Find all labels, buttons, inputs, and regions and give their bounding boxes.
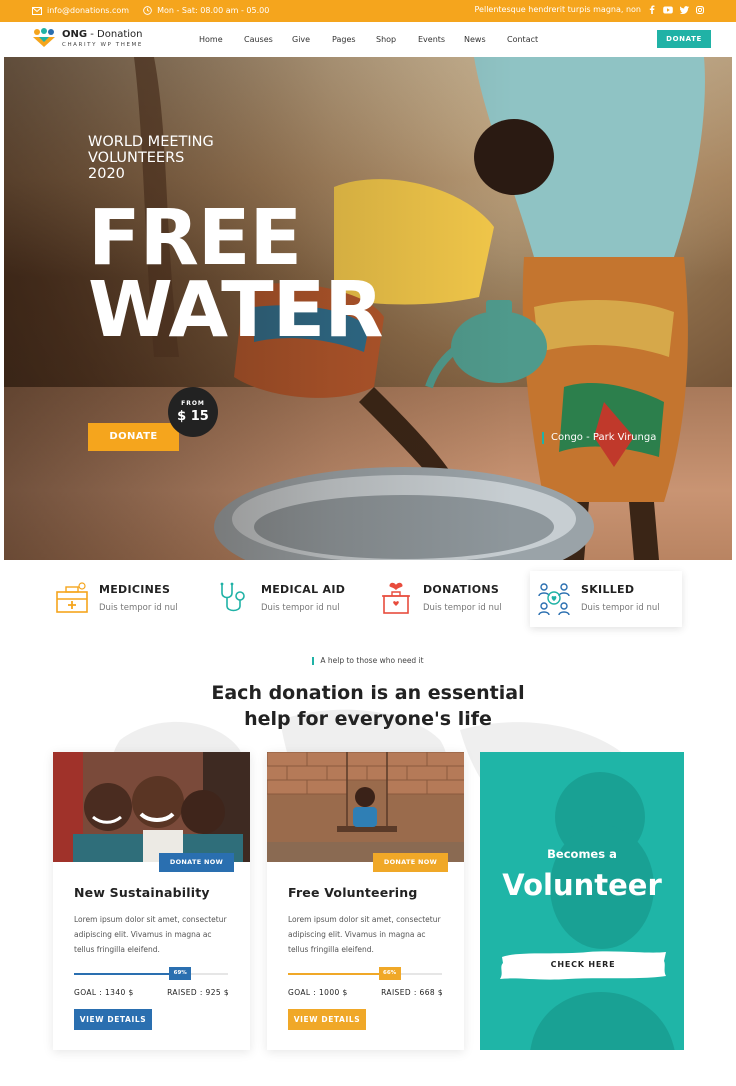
- cause-photo-children: [53, 752, 250, 862]
- section-heading: Each donation is an essential help for e…: [211, 682, 525, 730]
- cause-photo-swing: [267, 752, 464, 862]
- cause-card: DONATE NOW Free Volunteering Lorem ipsum…: [267, 752, 464, 1050]
- progress-percent: 69%: [169, 967, 192, 980]
- top-info-bar: info@donations.com Mon - Sat: 08.00 am -…: [0, 0, 736, 22]
- mail-icon: [32, 6, 42, 15]
- feature-title: MEDICAL AID: [261, 583, 346, 596]
- nav-item-shop[interactable]: Shop: [376, 35, 418, 44]
- progress-fill: [288, 973, 390, 975]
- nav-item-give[interactable]: Give: [292, 35, 332, 44]
- hero-donate-button[interactable]: DONATE: [88, 423, 179, 451]
- site-logo[interactable]: ONG - Donation CHARITY WP THEME: [32, 28, 143, 48]
- twitter-icon[interactable]: [680, 5, 689, 14]
- progress-track: 69%: [74, 967, 228, 980]
- raised-amount: RAISED : 925 $: [167, 988, 229, 997]
- nav-item-events[interactable]: Events: [418, 35, 464, 44]
- nav-donate-button[interactable]: DONATE: [657, 30, 711, 48]
- feature-title: SKILLED: [581, 583, 635, 596]
- logo-tagline: CHARITY WP THEME: [62, 41, 143, 48]
- volunteer-title: Volunteer: [502, 868, 662, 902]
- feature-medical-aid[interactable]: MEDICAL AID Duis tempor id nul: [210, 571, 370, 627]
- kicker-accent-bar: [312, 657, 315, 665]
- nav-menu: Home Causes Give Pages Shop Events News …: [199, 35, 547, 44]
- medicine-box-icon: [56, 582, 88, 613]
- feature-subtitle: Duis tempor id nul: [261, 603, 340, 613]
- cause-card: DONATE NOW New Sustainability Lorem ipsu…: [53, 752, 250, 1050]
- cause-title[interactable]: New Sustainability: [74, 885, 210, 900]
- features-row: MEDICINES Duis tempor id nul MEDICAL AID…: [48, 571, 684, 627]
- nav-item-home[interactable]: Home: [199, 35, 244, 44]
- feature-skilled[interactable]: SKILLED Duis tempor id nul: [530, 571, 682, 627]
- price-badge: FROM $ 15: [168, 387, 218, 437]
- nav-item-news[interactable]: News: [464, 35, 507, 44]
- view-details-button[interactable]: VIEW DETAILS: [74, 1009, 152, 1030]
- hero-banner: WORLD MEETING VOLUNTEERS 2020 FREE WATER…: [4, 57, 732, 560]
- progress-track: 66%: [288, 967, 442, 980]
- nav-item-pages[interactable]: Pages: [332, 35, 376, 44]
- check-here-button[interactable]: CHECK HERE: [498, 949, 668, 981]
- instagram-icon[interactable]: [696, 5, 704, 14]
- topbar-tagline: Pellentesque hendrerit turpis magna, non: [474, 5, 641, 14]
- hero-title-line-2: WATER: [88, 266, 384, 355]
- goal-amount: GOAL : 1000 $: [288, 988, 348, 997]
- feature-donations[interactable]: DONATIONS Duis tempor id nul: [372, 571, 532, 627]
- progress-fill: [74, 973, 181, 975]
- section-kicker: A help to those who need it: [0, 656, 736, 665]
- hero-title-line-1: FREE: [88, 194, 302, 283]
- clock-icon: [143, 6, 152, 15]
- feature-title: DONATIONS: [423, 583, 500, 596]
- donate-now-button[interactable]: DONATE NOW: [159, 853, 234, 872]
- feature-medicines[interactable]: MEDICINES Duis tempor id nul: [48, 571, 208, 627]
- raised-amount: RAISED : 668 $: [381, 988, 443, 997]
- nav-item-causes[interactable]: Causes: [244, 35, 292, 44]
- feature-subtitle: Duis tempor id nul: [99, 603, 178, 613]
- donate-now-button[interactable]: DONATE NOW: [373, 853, 448, 872]
- email-item[interactable]: info@donations.com: [32, 6, 129, 15]
- logo-mark-icon: [33, 28, 55, 47]
- feature-subtitle: Duis tempor id nul: [581, 603, 660, 613]
- team-icon: [538, 583, 570, 616]
- hours-text: Mon - Sat: 08.00 am - 05.00: [157, 6, 270, 15]
- view-details-button[interactable]: VIEW DETAILS: [288, 1009, 366, 1030]
- main-navigation: ONG - Donation CHARITY WP THEME Home Cau…: [0, 22, 736, 58]
- badge-amount: $ 15: [177, 409, 209, 424]
- feature-title: MEDICINES: [99, 583, 171, 596]
- volunteer-subtitle: Becomes a: [547, 847, 617, 861]
- youtube-icon[interactable]: [663, 6, 673, 14]
- hero-location: Congo - Park Virunga: [542, 432, 656, 444]
- facebook-icon[interactable]: [648, 5, 656, 14]
- goal-amount: GOAL : 1340 $: [74, 988, 134, 997]
- donation-box-icon: [382, 582, 410, 614]
- hero-title: FREE WATER: [88, 194, 384, 355]
- feature-subtitle: Duis tempor id nul: [423, 603, 502, 613]
- progress-percent: 66%: [378, 967, 401, 980]
- cause-title[interactable]: Free Volunteering: [288, 885, 418, 900]
- cause-description: Lorem ipsum dolor sit amet, consectetur …: [288, 915, 441, 954]
- volunteer-photo: [530, 772, 675, 1050]
- cause-description: Lorem ipsum dolor sit amet, consectetur …: [74, 915, 227, 954]
- email-text[interactable]: info@donations.com: [47, 6, 129, 15]
- logo-name-bold: ONG: [62, 28, 88, 40]
- stethoscope-icon: [220, 582, 245, 612]
- hero-eyebrow: WORLD MEETING VOLUNTEERS 2020: [88, 134, 214, 182]
- badge-from: FROM: [181, 400, 205, 407]
- logo-name-rest: - Donation: [87, 28, 143, 40]
- hours-item: Mon - Sat: 08.00 am - 05.00: [143, 6, 269, 15]
- volunteer-panel: Becomes a Volunteer CHECK HERE: [480, 752, 684, 1050]
- nav-item-contact[interactable]: Contact: [507, 35, 547, 44]
